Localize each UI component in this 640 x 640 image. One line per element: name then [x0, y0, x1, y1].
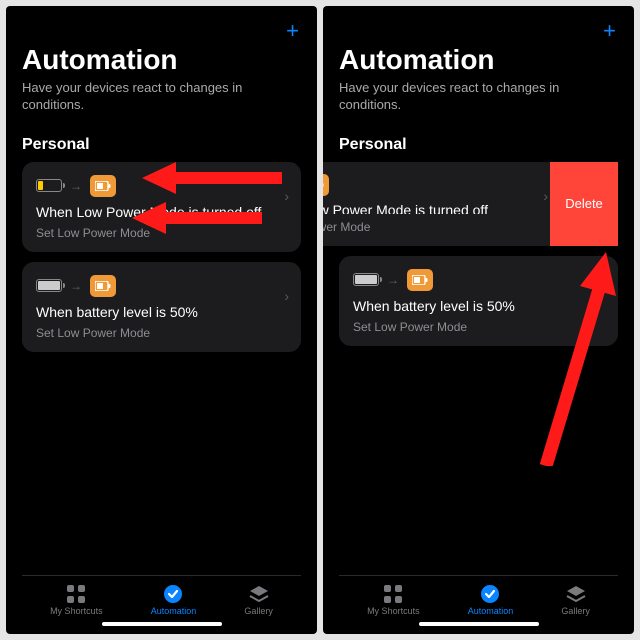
section-label: Personal [22, 136, 301, 154]
tab-label: Gallery [561, 606, 590, 616]
card-title: Low Power Mode is turned off [323, 202, 546, 214]
add-icon[interactable]: + [603, 20, 616, 42]
card-subtitle: Set Low Power Mode [36, 226, 287, 240]
arrow-right-icon: → [70, 179, 82, 193]
low-power-mode-icon [323, 174, 329, 196]
section-label: Personal [339, 136, 618, 154]
page-title: Automation [22, 44, 301, 76]
tab-gallery[interactable]: Gallery [561, 584, 590, 616]
automation-card[interactable]: → When battery level is 50% Set Low Powe… [22, 262, 301, 352]
tab-label: My Shortcuts [367, 606, 420, 616]
chevron-right-icon: › [284, 288, 289, 304]
add-icon[interactable]: + [286, 20, 299, 42]
low-power-mode-icon [90, 275, 116, 297]
arrow-right-icon: → [70, 279, 82, 293]
battery-level-icon [353, 273, 379, 286]
automation-card[interactable]: → When battery level is 50% Set Low Powe… [339, 256, 618, 346]
card-title: When Low Power Mode is turned off [36, 204, 287, 220]
page-subtitle: Have your devices react to changes in co… [339, 80, 618, 114]
tab-automation[interactable]: Automation [151, 584, 197, 616]
automation-card-swiped[interactable]: Low Power Mode is turned off Power Mode … [339, 162, 618, 246]
tab-label: Automation [468, 606, 514, 616]
tab-gallery[interactable]: Gallery [244, 584, 273, 616]
delete-label: Delete [565, 196, 603, 211]
page-title: Automation [339, 44, 618, 76]
card-title: When battery level is 50% [36, 304, 287, 320]
chevron-right-icon: › [284, 188, 289, 204]
grid-icon [64, 584, 88, 604]
battery-level-icon [36, 279, 62, 292]
grid-icon [381, 584, 405, 604]
card-subtitle: Set Low Power Mode [36, 326, 287, 340]
low-power-mode-icon [90, 175, 116, 197]
card-subtitle: Power Mode [323, 220, 546, 234]
layers-icon [247, 584, 271, 604]
page-subtitle: Have your devices react to changes in co… [22, 80, 301, 114]
battery-low-icon [36, 179, 62, 192]
chevron-right-icon: › [543, 188, 548, 204]
chevron-right-icon: › [601, 282, 606, 298]
tab-my-shortcuts[interactable]: My Shortcuts [367, 584, 420, 616]
low-power-mode-icon [407, 269, 433, 291]
automation-icon [161, 584, 185, 604]
layers-icon [564, 584, 588, 604]
automation-card[interactable]: → When Low Power Mode is turned off Set … [22, 162, 301, 252]
card-subtitle: Set Low Power Mode [353, 320, 604, 334]
automation-icon [478, 584, 502, 604]
tab-label: My Shortcuts [50, 606, 103, 616]
tab-my-shortcuts[interactable]: My Shortcuts [50, 584, 103, 616]
tab-label: Automation [151, 606, 197, 616]
phone-right: + Automation Have your devices react to … [323, 6, 634, 634]
delete-button[interactable]: Delete [550, 162, 618, 246]
tab-bar: My Shortcuts Automation Gallery [22, 575, 301, 618]
home-indicator[interactable] [102, 622, 222, 626]
arrow-right-icon: → [387, 273, 399, 287]
phone-left: + Automation Have your devices react to … [6, 6, 317, 634]
tab-label: Gallery [244, 606, 273, 616]
home-indicator[interactable] [419, 622, 539, 626]
card-title: When battery level is 50% [353, 298, 604, 314]
tab-automation[interactable]: Automation [468, 584, 514, 616]
tab-bar: My Shortcuts Automation Gallery [339, 575, 618, 618]
